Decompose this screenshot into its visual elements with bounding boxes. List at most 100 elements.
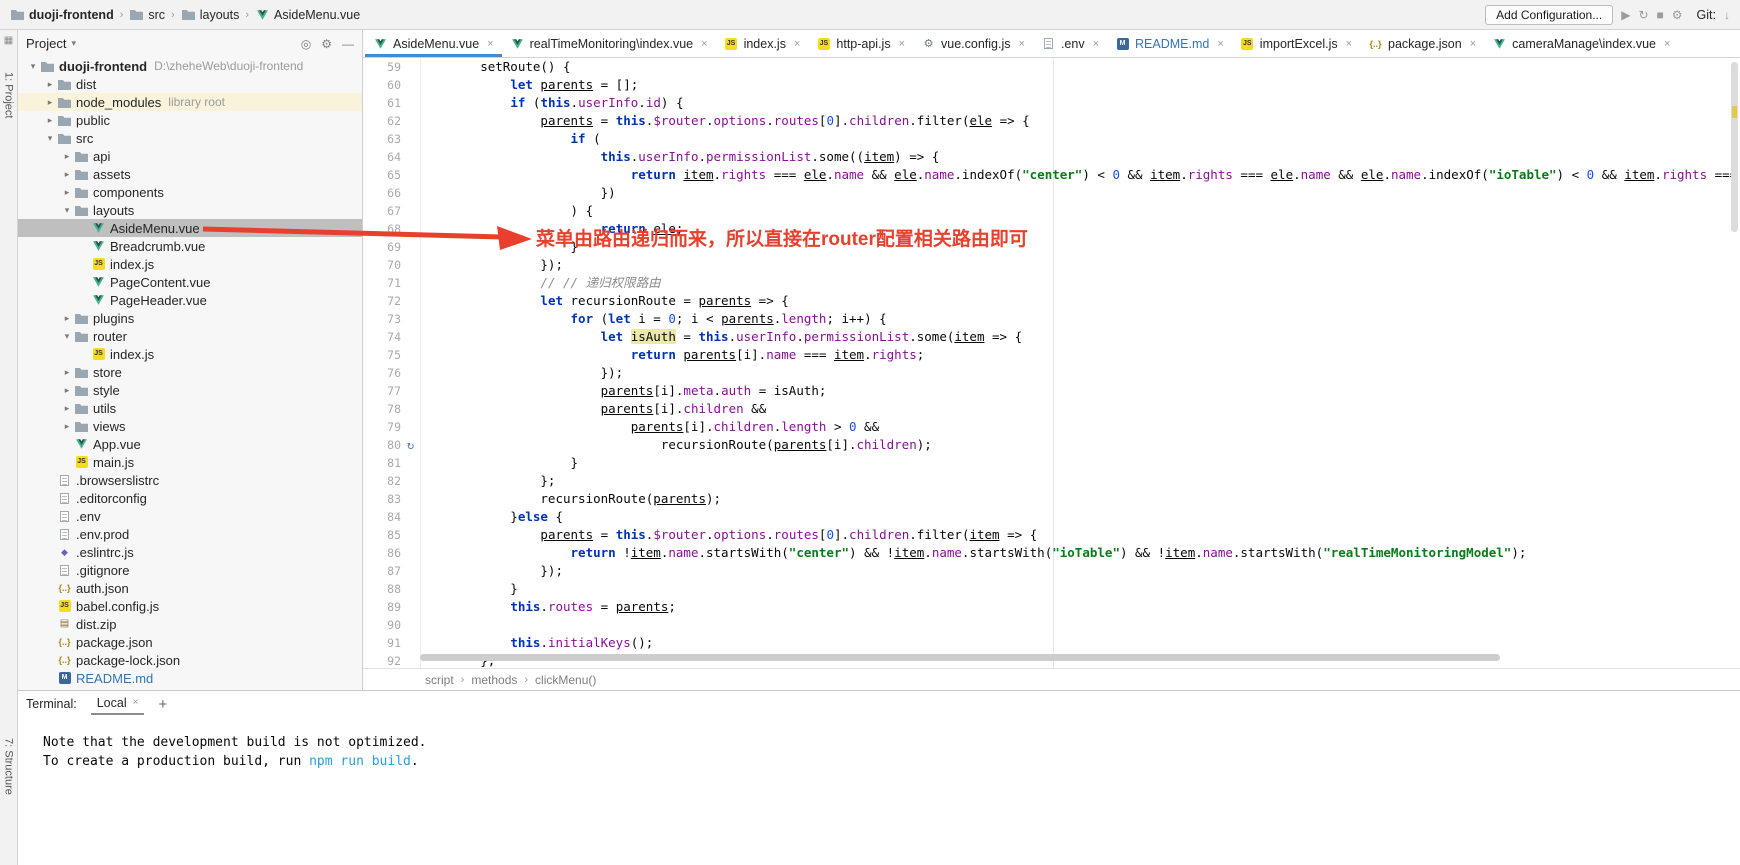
code-line-71[interactable]: 71 // // 递归权限路由 <box>363 274 1740 292</box>
tree-item-.env[interactable]: .env <box>18 507 362 525</box>
code-line-89[interactable]: 89 this.routes = parents; <box>363 598 1740 616</box>
project-panel-title[interactable]: Project <box>26 36 66 51</box>
tree-item-views[interactable]: ▸views <box>18 417 362 435</box>
code-line-70[interactable]: 70 }); <box>363 256 1740 274</box>
tree-item-AsideMenu.vue[interactable]: AsideMenu.vue <box>18 219 362 237</box>
tree-item-.browserslistrc[interactable]: .browserslistrc <box>18 471 362 489</box>
code-line-67[interactable]: 67 ) { <box>363 202 1740 220</box>
chevron-expanded-icon[interactable]: ▾ <box>60 205 74 216</box>
code-line-90[interactable]: 90 <box>363 616 1740 634</box>
tab-http-api.js[interactable]: JShttp-api.js× <box>808 30 913 57</box>
tree-item-node_modules[interactable]: ▸node_moduleslibrary root <box>18 93 362 111</box>
chevron-collapsed-icon[interactable]: ▸ <box>43 97 57 108</box>
tree-item-README.md[interactable]: MREADME.md <box>18 669 362 687</box>
code-line-77[interactable]: 77 parents[i].meta.auth = isAuth; <box>363 382 1740 400</box>
update-icon[interactable]: ↻ <box>1638 8 1648 22</box>
close-icon[interactable]: × <box>794 38 800 50</box>
tree-item-.env.prod[interactable]: .env.prod <box>18 525 362 543</box>
chevron-collapsed-icon[interactable]: ▸ <box>60 313 74 324</box>
code-line-64[interactable]: 64 this.userInfo.permissionList.some((it… <box>363 148 1740 166</box>
horizontal-scrollbar[interactable] <box>420 654 1500 661</box>
code-line-80[interactable]: 80↻ recursionRoute(parents[i].children); <box>363 436 1740 454</box>
code-line-78[interactable]: 78 parents[i].children && <box>363 400 1740 418</box>
tree-item-utils[interactable]: ▸utils <box>18 399 362 417</box>
chevron-expanded-icon[interactable]: ▾ <box>60 331 74 342</box>
tab-README.md[interactable]: MREADME.md× <box>1107 30 1232 57</box>
chevron-collapsed-icon[interactable]: ▸ <box>60 169 74 180</box>
tree-item-main.js[interactable]: JSmain.js <box>18 453 362 471</box>
code-line-63[interactable]: 63 if ( <box>363 130 1740 148</box>
tree-item-index.js[interactable]: JSindex.js <box>18 345 362 363</box>
tool-windows-icon[interactable]: ▦ <box>4 35 13 46</box>
settings-icon[interactable]: ⚙ <box>1672 8 1683 22</box>
chevron-down-icon[interactable]: ▾ <box>71 38 76 49</box>
close-icon[interactable]: × <box>1346 38 1352 50</box>
breadcrumb-item[interactable]: duoji-frontend <box>10 8 114 22</box>
chevron-expanded-icon[interactable]: ▾ <box>43 133 57 144</box>
close-icon[interactable]: × <box>1093 38 1099 50</box>
code-line-85[interactable]: 85 parents = this.$router.options.routes… <box>363 526 1740 544</box>
code-line-65[interactable]: 65 return item.rights === ele.name && el… <box>363 166 1740 184</box>
code-line-84[interactable]: 84 }else { <box>363 508 1740 526</box>
tree-item-PageContent.vue[interactable]: PageContent.vue <box>18 273 362 291</box>
tree-item-.editorconfig[interactable]: .editorconfig <box>18 489 362 507</box>
close-icon[interactable]: × <box>1217 38 1223 50</box>
run-icon[interactable]: ▶ <box>1621 8 1630 22</box>
code-line-73[interactable]: 73 for (let i = 0; i < parents.length; i… <box>363 310 1740 328</box>
code-line-60[interactable]: 60 let parents = []; <box>363 76 1740 94</box>
code-line-87[interactable]: 87 }); <box>363 562 1740 580</box>
close-icon[interactable]: × <box>1019 38 1025 50</box>
editor-breadcrumb-item[interactable]: clickMenu() <box>535 673 596 687</box>
code-line-75[interactable]: 75 return parents[i].name === item.right… <box>363 346 1740 364</box>
tab-index.js[interactable]: JSindex.js× <box>716 30 809 57</box>
code-line-66[interactable]: 66 }) <box>363 184 1740 202</box>
tree-item-api[interactable]: ▸api <box>18 147 362 165</box>
tab-AsideMenu.vue[interactable]: AsideMenu.vue× <box>365 30 502 57</box>
code-line-59[interactable]: 59 setRoute() { <box>363 58 1740 76</box>
tree-item-router[interactable]: ▾router <box>18 327 362 345</box>
editor-breadcrumb-item[interactable]: script <box>425 673 454 687</box>
tab-vue.config.js[interactable]: ⚙vue.config.js× <box>913 30 1033 57</box>
tree-item-package-lock.json[interactable]: {..}package-lock.json <box>18 651 362 669</box>
vertical-scrollbar[interactable] <box>1731 62 1738 232</box>
chevron-collapsed-icon[interactable]: ▸ <box>43 115 57 126</box>
terminal-tab-local[interactable]: Local × <box>91 694 145 715</box>
tab-package.json[interactable]: {..}package.json× <box>1360 30 1484 57</box>
tree-item-PageHeader.vue[interactable]: PageHeader.vue <box>18 291 362 309</box>
tree-item-components[interactable]: ▸components <box>18 183 362 201</box>
code-line-62[interactable]: 62 parents = this.$router.options.routes… <box>363 112 1740 130</box>
tree-item-Breadcrumb.vue[interactable]: Breadcrumb.vue <box>18 237 362 255</box>
tree-item-.gitignore[interactable]: .gitignore <box>18 561 362 579</box>
tab-.env[interactable]: .env× <box>1033 30 1107 57</box>
tab-importExcel.js[interactable]: JSimportExcel.js× <box>1232 30 1360 57</box>
chevron-collapsed-icon[interactable]: ▸ <box>60 367 74 378</box>
vcs-update-icon[interactable]: ↓ <box>1724 8 1730 22</box>
close-icon[interactable]: × <box>487 38 493 50</box>
chevron-collapsed-icon[interactable]: ▸ <box>60 403 74 414</box>
inspection-marker[interactable] <box>1732 106 1737 118</box>
tree-item-dist[interactable]: ▸dist <box>18 75 362 93</box>
tree-item-src[interactable]: ▾src <box>18 129 362 147</box>
tree-item-store[interactable]: ▸store <box>18 363 362 381</box>
tree-item-public[interactable]: ▸public <box>18 111 362 129</box>
hide-panel-icon[interactable]: — <box>342 37 354 51</box>
code-line-88[interactable]: 88 } <box>363 580 1740 598</box>
locate-file-icon[interactable]: ◎ <box>301 37 311 51</box>
code-line-61[interactable]: 61 if (this.userInfo.id) { <box>363 94 1740 112</box>
project-toolwindow-button[interactable]: 1: Project <box>3 72 15 118</box>
tree-item-auth.json[interactable]: {..}auth.json <box>18 579 362 597</box>
close-icon[interactable]: × <box>701 38 707 50</box>
code-line-86[interactable]: 86 return !item.name.startsWith("center"… <box>363 544 1740 562</box>
stop-icon[interactable]: ■ <box>1657 8 1664 22</box>
tree-item-package.json[interactable]: {..}package.json <box>18 633 362 651</box>
tree-item-index.js[interactable]: JSindex.js <box>18 255 362 273</box>
code-line-72[interactable]: 72 let recursionRoute = parents => { <box>363 292 1740 310</box>
code-line-79[interactable]: 79 parents[i].children.length > 0 && <box>363 418 1740 436</box>
chevron-expanded-icon[interactable]: ▾ <box>26 61 40 72</box>
tree-item-dist.zip[interactable]: ▤dist.zip <box>18 615 362 633</box>
code-line-83[interactable]: 83 recursionRoute(parents); <box>363 490 1740 508</box>
chevron-collapsed-icon[interactable]: ▸ <box>43 79 57 90</box>
tab-cameraManage\index.vue[interactable]: cameraManage\index.vue× <box>1484 30 1678 57</box>
code-line-82[interactable]: 82 }; <box>363 472 1740 490</box>
close-icon[interactable]: × <box>133 697 139 708</box>
